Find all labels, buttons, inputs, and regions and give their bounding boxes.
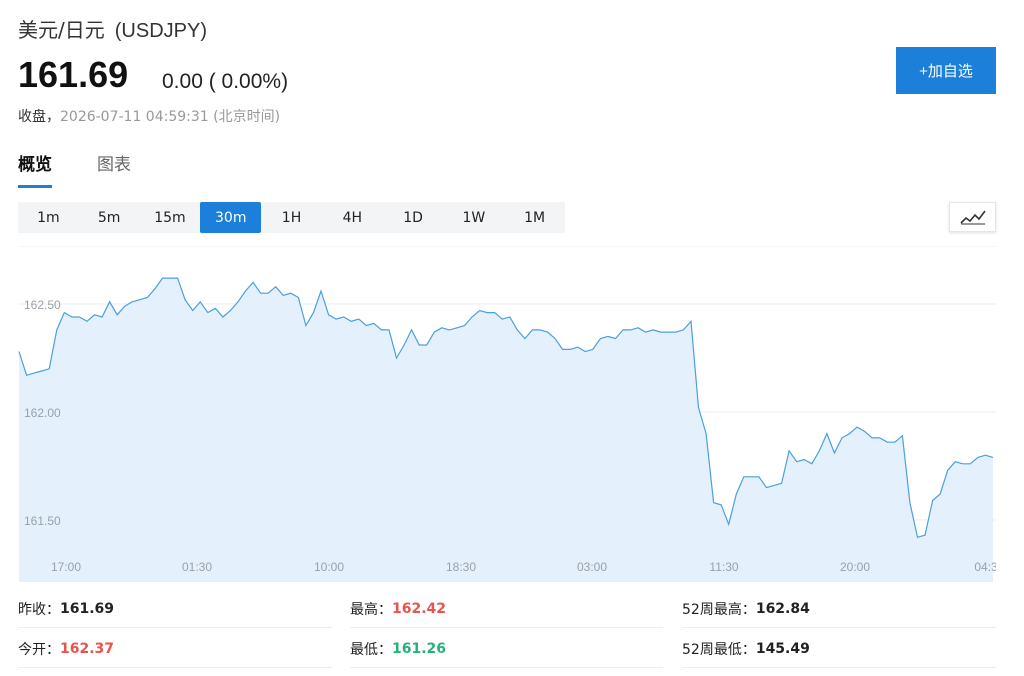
stat-prev-close: 昨收： 161.69 (18, 590, 332, 628)
interval-1h[interactable]: 1H (261, 202, 322, 233)
status-time: 2026-07-11 04:59:31 (北京时间) (60, 109, 281, 125)
x-tick-label: 01:30 (182, 560, 212, 574)
stat-high52: 52周最高： 162.84 (682, 590, 996, 628)
open-label: 今开： (18, 641, 60, 658)
stat-low: 最低： 161.26 (350, 630, 663, 668)
stat-high: 最高： 162.42 (350, 590, 663, 628)
y-tick-label: 161.50 (24, 514, 61, 528)
interval-1mo[interactable]: 1M (504, 202, 565, 233)
price-area (19, 278, 993, 582)
prev-close-value: 161.69 (60, 600, 115, 617)
x-tick-label: 20:00 (840, 560, 870, 574)
x-tick-label: 18:30 (446, 560, 476, 574)
price-chart-svg: 162.50 162.00 161.50 17:00 01:30 10:00 18:30 03… (18, 246, 996, 582)
low52-label: 52周最低： (682, 641, 756, 658)
chart-type-button[interactable] (949, 202, 996, 232)
low-value: 161.26 (392, 640, 447, 657)
interval-4h[interactable]: 4H (322, 202, 383, 233)
current-price: 161.69 (18, 54, 129, 95)
status-label: 收盘， (18, 109, 60, 125)
prev-close-label: 昨收： (18, 601, 60, 618)
high52-value: 162.84 (755, 600, 810, 617)
interval-1m[interactable]: 1m (18, 202, 79, 233)
low52-value: 145.49 (755, 640, 810, 657)
line-chart-icon (959, 210, 986, 225)
x-tick-label: 10:00 (314, 560, 344, 574)
market-status: 收盘，2026-07-11 04:59:31 (北京时间) (18, 106, 280, 126)
pair-title: 美元/日元 (USDJPY) (18, 14, 207, 43)
x-tick-label: 17:00 (51, 560, 81, 574)
y-tick-label: 162.00 (24, 406, 61, 420)
x-tick-label: 03:00 (577, 560, 607, 574)
x-tick-label: 11:30 (709, 560, 738, 574)
high52-label: 52周最高： (682, 601, 756, 618)
high-value: 162.42 (392, 600, 447, 617)
interval-selector: 1m 5m 15m 30m 1H 4H 1D 1W 1M (18, 202, 565, 233)
interval-1w[interactable]: 1W (443, 202, 504, 233)
interval-5m[interactable]: 5m (79, 202, 140, 233)
stat-open: 今开： 162.37 (18, 630, 332, 668)
stat-low52: 52周最低： 145.49 (682, 630, 996, 668)
add-watchlist-button[interactable]: +加自选 (896, 47, 996, 94)
low-label: 最低： (350, 641, 392, 658)
high-label: 最高： (350, 601, 392, 618)
interval-1d[interactable]: 1D (383, 202, 444, 233)
pair-symbol: (USDJPY) (114, 20, 207, 42)
price-change: 0.00 ( 0.00%) (162, 70, 289, 93)
interval-15m[interactable]: 15m (140, 202, 201, 233)
pair-name: 美元/日元 (18, 18, 105, 42)
y-tick-label: 162.50 (24, 298, 61, 312)
tab-chart[interactable]: 图表 (97, 150, 131, 188)
open-value: 162.37 (60, 640, 115, 657)
tab-overview[interactable]: 概览 (18, 150, 52, 188)
interval-30m[interactable]: 30m (200, 202, 262, 233)
x-tick-label: 04:3 (974, 560, 996, 574)
price-chart: 162.50 162.00 161.50 17:00 01:30 10:00 18:30 03… (18, 246, 996, 582)
